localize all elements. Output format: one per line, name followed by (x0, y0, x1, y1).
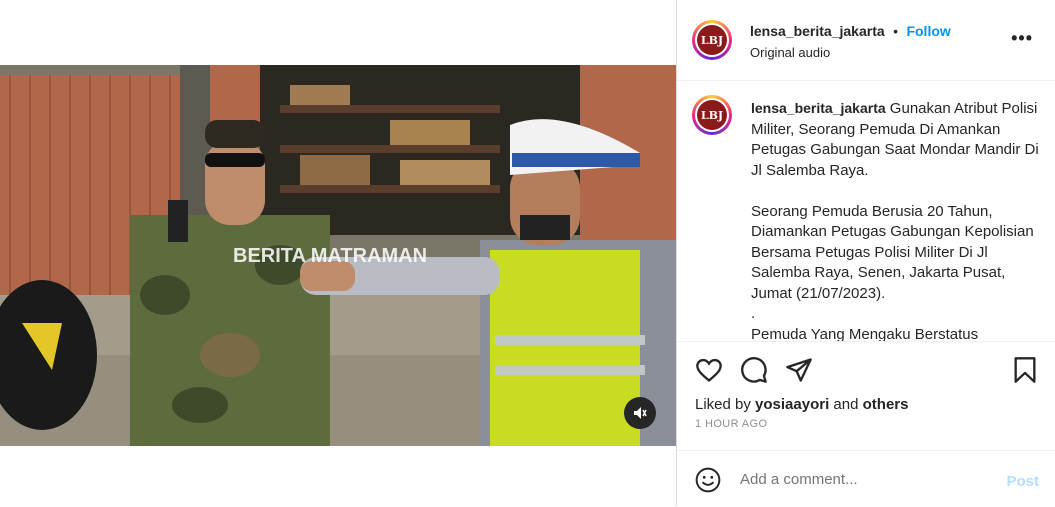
follow-button[interactable]: Follow (906, 23, 950, 39)
audio-link[interactable]: Original audio (750, 45, 830, 60)
avatar[interactable]: LBJ (692, 20, 732, 60)
comment-icon (741, 357, 767, 383)
mute-button[interactable] (624, 397, 656, 429)
save-button[interactable] (1011, 356, 1039, 384)
share-icon (786, 358, 812, 382)
likes-prefix: Liked by (695, 396, 756, 413)
more-options-button[interactable]: ••• (1011, 29, 1033, 47)
post-media-panel: BERITA MATRAMAN (0, 0, 676, 506)
post-details-panel: LBJ lensa_berita_jakarta • Follow Origin… (676, 0, 1055, 506)
header-username-link[interactable]: lensa_berita_jakarta (750, 23, 885, 39)
likes-summary: Liked by yosiaayori and others (695, 396, 908, 413)
caption-avatar-logo: LBJ (697, 100, 727, 130)
like-button[interactable] (695, 356, 723, 384)
share-button[interactable] (785, 356, 813, 384)
speaker-muted-icon (634, 407, 647, 419)
post-timestamp[interactable]: 1 HOUR AGO (695, 418, 767, 430)
video-watermark: BERITA MATRAMAN (233, 245, 427, 267)
comment-bar: Post (677, 450, 1055, 507)
video-player[interactable]: BERITA MATRAMAN (0, 65, 676, 446)
video-frame: BERITA MATRAMAN (0, 65, 676, 446)
post-comment-button[interactable]: Post (1006, 473, 1039, 490)
post-actions-bar: Liked by yosiaayori and others 1 HOUR AG… (677, 341, 1055, 460)
bookmark-icon (1014, 357, 1036, 383)
post-header: LBJ lensa_berita_jakarta • Follow Origin… (677, 0, 1055, 81)
comment-button[interactable] (740, 356, 768, 384)
comment-input[interactable] (740, 471, 990, 488)
emoji-button[interactable] (695, 467, 721, 493)
liked-by-user-link[interactable]: yosiaayori (755, 396, 829, 413)
caption-text: lensa_berita_jakarta Gunakan Atribut Pol… (751, 98, 1041, 342)
likes-and: and (829, 396, 863, 413)
separator-dot: • (893, 23, 898, 39)
heart-icon (696, 358, 722, 383)
emoji-icon (695, 467, 721, 493)
liked-by-others-link[interactable]: others (863, 396, 909, 413)
caption-body: Gunakan Atribut Polisi Militer, Seorang … (751, 100, 1039, 342)
caption-avatar[interactable]: LBJ (692, 95, 732, 135)
caption-username-link[interactable]: lensa_berita_jakarta (751, 100, 886, 116)
avatar-logo: LBJ (697, 25, 727, 55)
